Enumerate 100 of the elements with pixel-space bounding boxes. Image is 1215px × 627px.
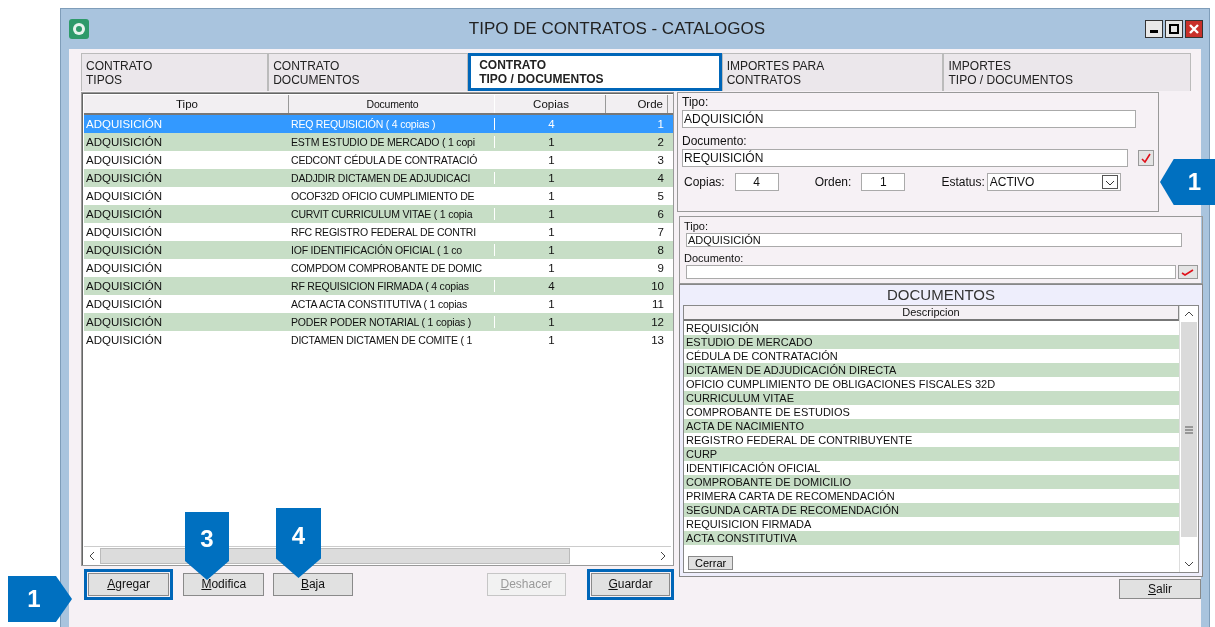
table-row[interactable]: ADQUISICIÓN RF REQUISICION FIRMADA ( 4 copias 4 10 <box>84 277 673 295</box>
maximize-icon <box>1169 24 1179 34</box>
table-cell-text: 1 <box>547 208 556 220</box>
list-item[interactable]: OFICIO CUMPLIMIENTO DE OBLIGACIONES FISCALES 32D <box>684 377 1179 391</box>
table-cell-text: 4 <box>547 118 556 130</box>
close-icon <box>1189 24 1199 34</box>
callout-badge: 1 <box>8 576 72 622</box>
input-field[interactable] <box>686 265 1177 279</box>
table-cell-text: 1 <box>547 190 556 202</box>
list-item[interactable]: REQUISICION FIRMADA <box>684 517 1179 531</box>
table-cell-text: ADQUISICIÓN <box>85 226 164 238</box>
close-button[interactable] <box>1185 20 1203 38</box>
tab[interactable]: IMPORTES TIPO / DOCUMENTOS <box>943 53 1191 91</box>
table-cell-text: 5 <box>656 190 665 202</box>
table-cell-text: 1 <box>547 244 556 256</box>
list-item[interactable]: CÉDULA DE CONTRATACIÓN <box>684 349 1179 363</box>
check-button[interactable] <box>1138 150 1154 166</box>
table-row[interactable]: ADQUISICIÓN PODER PODER NOTARIAL ( 1 copias ) 1 12 <box>84 313 673 331</box>
input-field[interactable]: 1 <box>861 173 906 191</box>
table-cell-text: ADQUISICIÓN <box>85 244 164 256</box>
table-cell-text: ADQUISICIÓN <box>85 316 164 328</box>
column-header[interactable]: Orde <box>606 95 668 113</box>
grip-icon <box>1184 425 1194 434</box>
list-item[interactable]: REQUISICIÓN <box>684 321 1179 335</box>
tab[interactable]: IMPORTES PARA CONTRATOS <box>721 53 944 91</box>
field-label: Documento: <box>684 252 745 265</box>
window-title: TIPO DE CONTRATOS - CATALOGOS <box>467 19 767 39</box>
field-label: Orden: <box>814 175 852 189</box>
action-button[interactable]: Agregar <box>88 572 170 596</box>
field-label: Estatus: <box>941 175 985 189</box>
list-item[interactable]: PRIMERA CARTA DE RECOMENDACIÓN <box>684 489 1179 503</box>
table-row[interactable]: ADQUISICIÓN DICTAMEN DICTAMEN DE COMITE ( 1 1 13 <box>84 331 673 349</box>
table-cell-text: ADQUISICIÓN <box>85 262 164 274</box>
tab[interactable]: CONTRATO DOCUMENTOS <box>268 53 469 91</box>
tab[interactable]: CONTRATO TIPOS <box>81 53 269 91</box>
table-row[interactable]: ADQUISICIÓN ESTM ESTUDIO DE MERCADO ( 1 copi 1 2 <box>84 133 673 151</box>
field-label: Tipo: <box>682 95 710 110</box>
chevron-down-icon <box>1101 175 1118 189</box>
list-item[interactable]: CURRICULUM VITAE <box>684 391 1179 405</box>
panel-title: DOCUMENTOS <box>885 285 997 305</box>
table-row[interactable]: ADQUISICIÓN OCOF32D OFICIO CUMPLIMIENTO DE 1 5 <box>84 187 673 205</box>
list-item[interactable]: COMPROBANTE DE ESTUDIOS <box>684 405 1179 419</box>
action-button[interactable]: Modifica <box>183 572 265 596</box>
table-cell: DADJDIR DICTAMEN DE ADJUDICACI <box>289 172 495 184</box>
input-field[interactable]: 4 <box>734 173 779 191</box>
input-field[interactable]: ADQUISICIÓN <box>682 110 1136 128</box>
table-row[interactable]: ADQUISICIÓN ACTA ACTA CONSTITUTIVA ( 1 copias 1 11 <box>84 295 673 313</box>
vertical-scrollbar[interactable] <box>1179 306 1198 572</box>
table-row[interactable]: ADQUISICIÓN CEDCONT CÉDULA DE CONTRATACIÓ 1 3 <box>84 151 673 169</box>
table-cell-text: ADQUISICIÓN <box>85 136 164 148</box>
checkmark-icon <box>1141 153 1152 163</box>
table-row[interactable]: ADQUISICIÓN RFC REGISTRO FEDERAL DE CONTRI 1 7 <box>84 223 673 241</box>
column-header[interactable]: Descripcion <box>684 306 1179 321</box>
column-header[interactable]: Tipo <box>84 95 289 113</box>
table-cell-text: 1 <box>656 118 665 130</box>
table-cell-text: 1 <box>547 262 556 274</box>
check-button[interactable] <box>1178 265 1198 279</box>
table-cell-text: 10 <box>650 280 665 292</box>
input-field[interactable]: ADQUISICIÓN <box>686 233 1182 247</box>
table-cell-text: 9 <box>656 262 665 274</box>
table-row[interactable]: ADQUISICIÓN COMPDOM COMPROBANTE DE DOMIC 1 9 <box>84 259 673 277</box>
table-cell-text: 1 <box>547 154 556 166</box>
status-dropdown[interactable]: ACTIVO <box>986 173 1121 191</box>
table-cell-text: 2 <box>656 136 665 148</box>
table-cell: CURVIT CURRICULUM VITAE ( 1 copia <box>289 208 495 220</box>
table-cell-text: 4 <box>656 172 665 184</box>
list-item[interactable]: COMPROBANTE DE DOMICILIO <box>684 475 1179 489</box>
column-header[interactable]: Copias <box>495 95 606 113</box>
table-row[interactable]: ADQUISICIÓN DADJDIR DICTAMEN DE ADJUDICACI 1 4 <box>84 169 673 187</box>
table-cell: IOF IDENTIFICACIÓN OFICIAL ( 1 co <box>289 244 495 256</box>
checkmark-icon <box>1181 268 1196 276</box>
list-item[interactable]: CURP <box>684 447 1179 461</box>
action-button[interactable]: Guardar <box>590 572 670 596</box>
list-item[interactable]: SEGUNDA CARTA DE RECOMENDACIÓN <box>684 503 1179 517</box>
list-item[interactable]: IDENTIFICACIÓN OFICIAL <box>684 461 1179 475</box>
table-cell-text: 8 <box>656 244 665 256</box>
minimize-button[interactable] <box>1145 20 1163 38</box>
table-cell-text: ADQUISICIÓN <box>85 172 164 184</box>
field-label: Copias: <box>684 175 725 189</box>
table-cell: REQ REQUISICIÓN ( 4 copias ) <box>289 118 495 130</box>
table-cell-text: ADQUISICIÓN <box>85 298 164 310</box>
exit-button[interactable]: Salir <box>1119 579 1201 599</box>
table-cell: DICTAMEN DICTAMEN DE COMITE ( 1 <box>289 334 495 346</box>
app-icon <box>69 19 89 39</box>
list-item[interactable]: ACTA DE NACIMIENTO <box>684 419 1179 433</box>
maximize-button[interactable] <box>1165 20 1183 38</box>
table-row[interactable]: ADQUISICIÓN IOF IDENTIFICACIÓN OFICIAL ( 1 co 1 8 <box>84 241 673 259</box>
close-list-button[interactable]: Cerrar <box>688 556 734 570</box>
input-field[interactable]: REQUISICIÓN <box>682 149 1129 167</box>
table-row[interactable]: ADQUISICIÓN CURVIT CURRICULUM VITAE ( 1 copia 1 6 <box>84 205 673 223</box>
list-item[interactable]: REGISTRO FEDERAL DE CONTRIBUYENTE <box>684 433 1179 447</box>
table-cell-text: 11 <box>651 298 665 310</box>
list-item[interactable]: ACTA CONSTITUTIVA <box>684 531 1179 545</box>
table-cell: OCOF32D OFICIO CUMPLIMIENTO DE <box>289 190 495 202</box>
table-cell-text: 1 <box>547 298 556 310</box>
action-button[interactable]: Baja <box>273 572 353 596</box>
tab[interactable]: CONTRATO TIPO / DOCUMENTOS <box>468 53 722 91</box>
list-item[interactable]: ESTUDIO DE MERCADO <box>684 335 1179 349</box>
column-header[interactable]: Documento <box>289 95 495 113</box>
list-item[interactable]: DICTAMEN DE ADJUDICACIÓN DIRECTA <box>684 363 1179 377</box>
